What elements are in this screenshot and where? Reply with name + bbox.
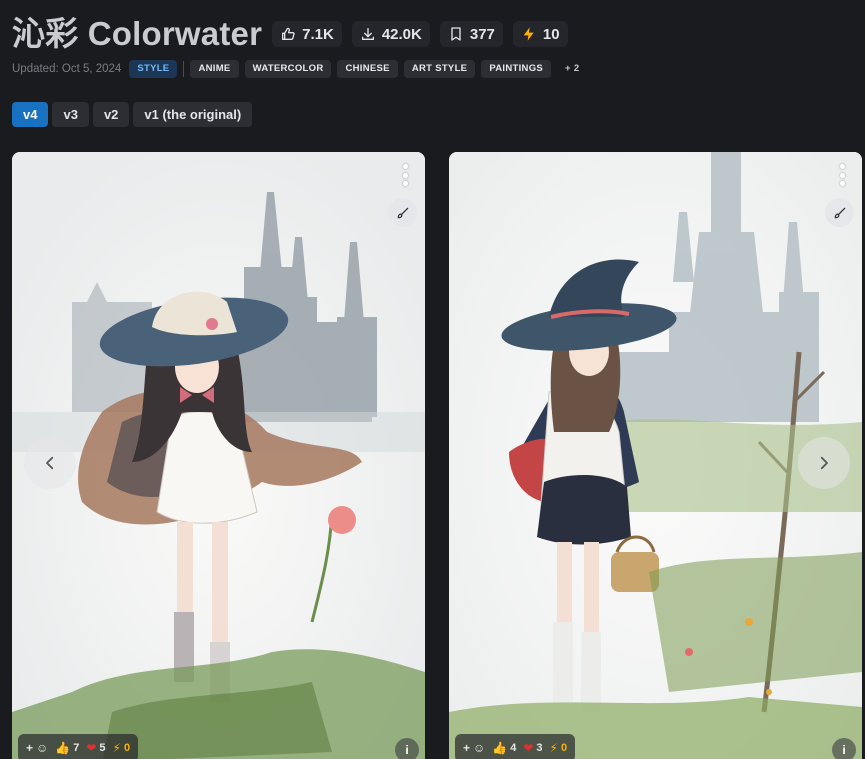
tag-chinese[interactable]: CHINESE bbox=[337, 60, 398, 78]
remix-button[interactable] bbox=[388, 198, 417, 227]
bookmark-icon bbox=[451, 27, 461, 41]
tag-paintings[interactable]: PAINTINGS bbox=[481, 60, 552, 78]
brush-icon bbox=[397, 207, 408, 218]
bolt-icon: ⚡ bbox=[112, 741, 121, 755]
more-vertical-icon[interactable] bbox=[401, 164, 409, 186]
add-reaction-button[interactable]: + ☺ bbox=[26, 741, 48, 755]
more-tags-button[interactable]: + 2 bbox=[557, 60, 587, 78]
thumbs-reaction[interactable]: 👍 4 bbox=[492, 741, 516, 755]
brush-icon bbox=[834, 207, 845, 218]
model-header: 沁彩 Colorwater 7.1K 42.0K 377 10 bbox=[12, 14, 568, 54]
thumbs-up-icon bbox=[282, 27, 295, 41]
updated-date: Updated: Oct 5, 2024 bbox=[12, 63, 122, 75]
buzz-count: 10 bbox=[542, 25, 560, 43]
buzz-reaction[interactable]: ⚡ 0 bbox=[550, 741, 568, 755]
tag-anime[interactable]: ANIME bbox=[190, 60, 239, 78]
version-tabs: v4 v3 v2 v1 (the original) bbox=[12, 102, 253, 127]
tag-watercolor[interactable]: WATERCOLOR bbox=[244, 60, 332, 78]
thumbs-reaction[interactable]: 👍 7 bbox=[55, 741, 79, 755]
gallery-card-2[interactable]: + ☺ 👍 4 ❤ 3 ⚡ 0 i bbox=[449, 152, 862, 759]
heart-icon: ❤ bbox=[523, 741, 534, 755]
downloads-stat[interactable]: 42.0K bbox=[351, 21, 430, 47]
likes-stat[interactable]: 7.1K bbox=[272, 21, 342, 47]
thumbs-up-emoji-icon: 👍 bbox=[55, 741, 71, 755]
meta-row: Updated: Oct 5, 2024 STYLE ANIME WATERCO… bbox=[12, 59, 587, 79]
add-reaction-button[interactable]: + ☺ bbox=[463, 741, 485, 755]
info-icon[interactable]: i bbox=[395, 738, 419, 759]
heart-icon: ❤ bbox=[86, 741, 97, 755]
heart-reaction[interactable]: ❤ 5 bbox=[86, 741, 105, 755]
next-image-button[interactable] bbox=[798, 437, 850, 489]
downloads-count: 42.0K bbox=[381, 25, 422, 43]
chevron-left-icon bbox=[46, 456, 54, 470]
reaction-bar-2: + ☺ 👍 4 ❤ 3 ⚡ 0 bbox=[455, 734, 576, 759]
bookmarks-stat[interactable]: 377 bbox=[439, 21, 503, 47]
tag-art-style[interactable]: ART STYLE bbox=[403, 60, 476, 78]
version-tab-v4[interactable]: v4 bbox=[12, 102, 49, 127]
buzz-stat[interactable]: 10 bbox=[512, 21, 568, 47]
prev-image-button[interactable] bbox=[24, 437, 76, 489]
version-tab-v1[interactable]: v1 (the original) bbox=[133, 102, 253, 127]
bookmarks-count: 377 bbox=[469, 25, 495, 43]
model-title: 沁彩 Colorwater bbox=[12, 15, 263, 52]
thumbs-up-emoji-icon: 👍 bbox=[492, 741, 508, 755]
bolt-icon bbox=[523, 27, 534, 41]
type-tag[interactable]: STYLE bbox=[129, 60, 178, 78]
remix-button[interactable] bbox=[825, 198, 854, 227]
version-tab-v2[interactable]: v2 bbox=[92, 102, 130, 127]
buzz-reaction[interactable]: ⚡ 0 bbox=[113, 741, 131, 755]
gallery-card-1[interactable]: + ☺ 👍 7 ❤ 5 ⚡ 0 i bbox=[12, 152, 425, 759]
smiley-icon: ☺ bbox=[473, 741, 486, 755]
tag-divider bbox=[183, 61, 185, 77]
heart-reaction[interactable]: ❤ 3 bbox=[523, 741, 542, 755]
chevron-right-icon bbox=[820, 456, 828, 470]
download-icon bbox=[361, 28, 374, 40]
bolt-icon: ⚡ bbox=[549, 741, 558, 755]
info-icon[interactable]: i bbox=[832, 738, 856, 759]
likes-count: 7.1K bbox=[302, 25, 334, 43]
version-tab-v3[interactable]: v3 bbox=[52, 102, 89, 127]
more-vertical-icon[interactable] bbox=[838, 164, 846, 186]
reaction-bar-1: + ☺ 👍 7 ❤ 5 ⚡ 0 bbox=[18, 734, 139, 759]
smiley-icon: ☺ bbox=[36, 741, 49, 755]
